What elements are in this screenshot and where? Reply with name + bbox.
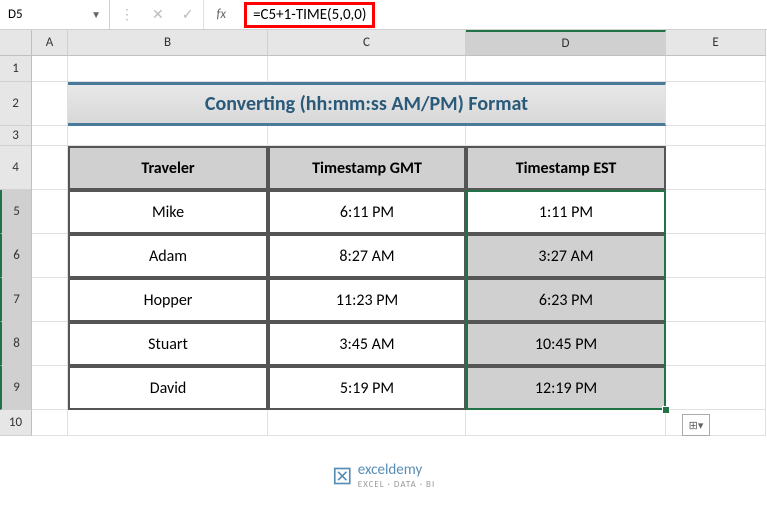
row-8: Stuart 3:45 AM 10:45 PM [32,322,767,366]
cell-e1[interactable] [666,56,766,82]
watermark-subtitle: EXCEL · DATA · BI [358,479,435,490]
row-5: Mike 6:11 PM 1:11 PM [32,190,767,234]
cell-gmt-2[interactable]: 11:23 PM [268,278,466,322]
cell-traveler-0[interactable]: Mike [68,190,268,234]
cell-b10[interactable] [68,410,268,436]
cell-c10[interactable] [268,410,466,436]
cell-est-0[interactable]: 1:11 PM [466,190,666,234]
autofill-icon: ⊞▾ [689,419,704,432]
formula-input[interactable]: =C5+1-TIME(5,0,0) [238,0,767,29]
watermark-name: exceldemy [358,461,435,479]
dots-icon: ⋮ [120,6,134,23]
row-7: Hopper 11:23 PM 6:23 PM [32,278,767,322]
cell-traveler-4[interactable]: David [68,366,268,410]
cell-gmt-4[interactable]: 5:19 PM [268,366,466,410]
cell-e9[interactable] [666,366,766,410]
cell-a5[interactable] [32,190,68,234]
confirm-icon[interactable]: ✓ [182,6,194,23]
header-est[interactable]: Timestamp EST [466,146,666,190]
cell-a10[interactable] [32,410,68,436]
row-headers: 1 2 3 4 5 6 7 8 9 10 [0,30,32,436]
watermark: exceldemy EXCEL · DATA · BI [332,461,435,490]
cell-e6[interactable] [666,234,766,278]
row-2: Converting (hh:mm:ss AM/PM) Format [32,82,767,126]
formula-bar: D5 ▼ ⋮ ✕ ✓ fx =C5+1-TIME(5,0,0) [0,0,767,30]
col-header-b[interactable]: B [68,30,268,56]
fill-handle[interactable] [662,406,670,414]
cell-gmt-3[interactable]: 3:45 AM [268,322,466,366]
cell-e10[interactable] [666,410,766,436]
cell-est-2[interactable]: 6:23 PM [466,278,666,322]
col-header-a[interactable]: A [32,30,68,56]
cell-a6[interactable] [32,234,68,278]
row-header-9[interactable]: 9 [0,366,32,410]
row-header-2[interactable]: 2 [0,82,32,126]
cell-a4[interactable] [32,146,68,190]
row-header-6[interactable]: 6 [0,234,32,278]
row-10 [32,410,767,436]
cell-gmt-1[interactable]: 8:27 AM [268,234,466,278]
cell-d10[interactable] [466,410,666,436]
cell-e3[interactable] [666,126,766,146]
col-header-d[interactable]: D [466,30,666,56]
autofill-options-button[interactable]: ⊞▾ [682,414,710,436]
formula-text: =C5+1-TIME(5,0,0) [244,2,375,28]
cell-a8[interactable] [32,322,68,366]
grid-area: A B C D E Converting (hh:mm:ss AM/PM) Fo… [32,30,767,436]
formula-bar-buttons: ⋮ ✕ ✓ [110,0,204,29]
cell-est-3[interactable]: 10:45 PM [466,322,666,366]
watermark-logo-icon [332,466,352,486]
select-all-corner[interactable] [0,30,32,56]
row-6: Adam 8:27 AM 3:27 AM [32,234,767,278]
row-header-8[interactable]: 8 [0,322,32,366]
cell-b3[interactable] [68,126,268,146]
row-header-1[interactable]: 1 [0,56,32,82]
name-box-value: D5 [8,7,23,22]
row-header-10[interactable]: 10 [0,410,32,436]
name-box-dropdown-icon[interactable]: ▼ [91,8,101,21]
cells-container: Converting (hh:mm:ss AM/PM) Format Trave… [32,56,767,436]
cell-traveler-3[interactable]: Stuart [68,322,268,366]
title-cell[interactable]: Converting (hh:mm:ss AM/PM) Format [68,82,666,126]
header-traveler[interactable]: Traveler [68,146,268,190]
cell-traveler-2[interactable]: Hopper [68,278,268,322]
cell-e7[interactable] [666,278,766,322]
name-box[interactable]: D5 ▼ [0,0,110,29]
cell-d3[interactable] [466,126,666,146]
cell-traveler-1[interactable]: Adam [68,234,268,278]
cell-c1[interactable] [268,56,466,82]
cell-e2[interactable] [666,82,766,126]
row-4: Traveler Timestamp GMT Timestamp EST [32,146,767,190]
cell-b1[interactable] [68,56,268,82]
cell-e5[interactable] [666,190,766,234]
cell-a7[interactable] [32,278,68,322]
cancel-icon[interactable]: ✕ [152,6,164,23]
cell-gmt-0[interactable]: 6:11 PM [268,190,466,234]
cell-a3[interactable] [32,126,68,146]
cell-d1[interactable] [466,56,666,82]
fx-label[interactable]: fx [204,7,238,22]
row-3 [32,126,767,146]
header-gmt[interactable]: Timestamp GMT [268,146,466,190]
row-header-4[interactable]: 4 [0,146,32,190]
col-header-c[interactable]: C [268,30,466,56]
cell-e8[interactable] [666,322,766,366]
cell-a1[interactable] [32,56,68,82]
col-header-e[interactable]: E [666,30,766,56]
row-1 [32,56,767,82]
cell-est-4[interactable]: 12:19 PM [466,366,666,410]
cell-a9[interactable] [32,366,68,410]
cell-c3[interactable] [268,126,466,146]
row-header-5[interactable]: 5 [0,190,32,234]
column-headers: A B C D E [32,30,767,56]
cell-e4[interactable] [666,146,766,190]
row-header-3[interactable]: 3 [0,126,32,146]
cell-a2[interactable] [32,82,68,126]
row-header-7[interactable]: 7 [0,278,32,322]
cell-est-1[interactable]: 3:27 AM [466,234,666,278]
row-9: David 5:19 PM 12:19 PM [32,366,767,410]
spreadsheet-grid: 1 2 3 4 5 6 7 8 9 10 A B C D E [0,30,767,436]
